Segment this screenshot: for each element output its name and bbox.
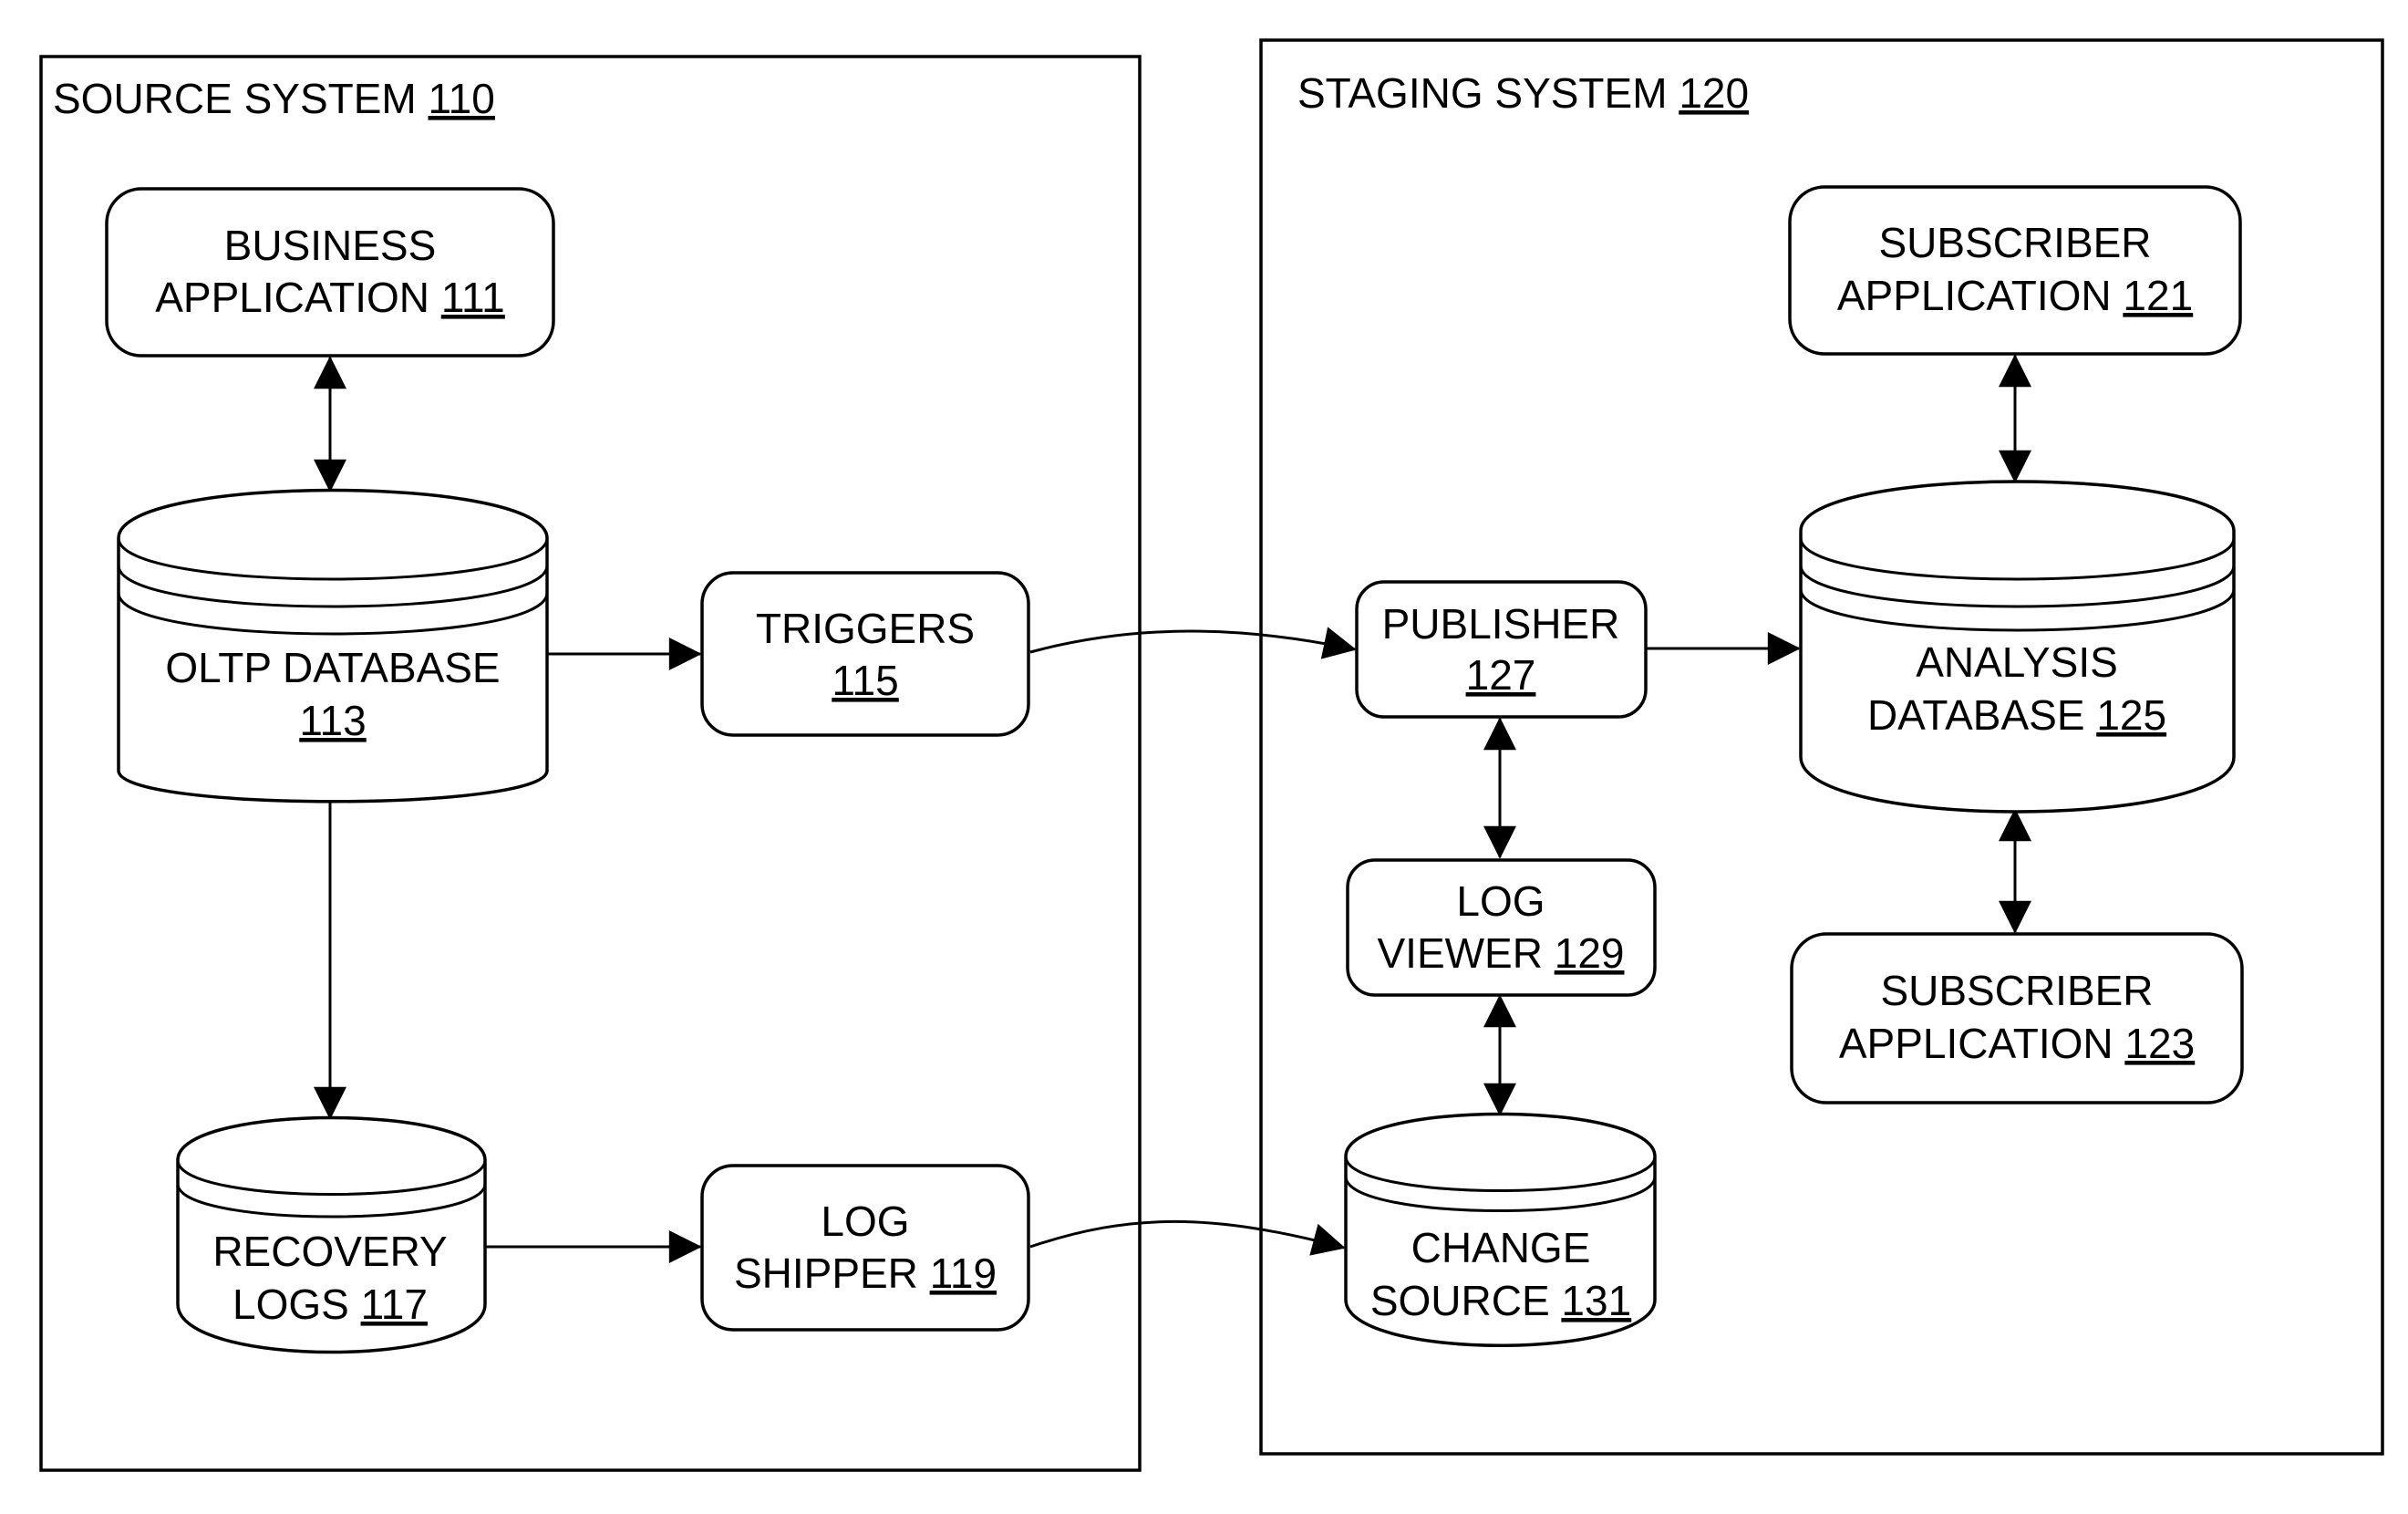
node-publisher[interactable]: PUBLISHER 127 (1355, 580, 1648, 719)
node-label: SUBSCRIBER (1878, 219, 2151, 266)
edge-log-shipper-change-source (1029, 1219, 1346, 1256)
node-subscriber-application-121[interactable]: SUBSCRIBER APPLICATION 121 (1788, 185, 2242, 356)
node-label: 127 (1466, 651, 1536, 699)
node-label: 115 (832, 657, 898, 704)
node-label: BUSINESS (224, 222, 437, 269)
node-label: ANALYSIS (1916, 638, 2118, 686)
node-label: TRIGGERS (756, 605, 975, 652)
node-business-application[interactable]: BUSINESS APPLICATION 111 (105, 187, 555, 358)
node-label: VIEWER 129 (1378, 929, 1625, 977)
node-log-viewer[interactable]: LOG VIEWER 129 (1346, 858, 1657, 997)
edge-triggers-publisher (1029, 627, 1357, 659)
node-label: 113 (299, 697, 366, 744)
node-label: LOGS 117 (233, 1281, 428, 1328)
source-system-title: SOURCE SYSTEM 110 (53, 75, 495, 122)
node-subscriber-application-123[interactable]: SUBSCRIBER APPLICATION 123 (1790, 932, 2244, 1104)
staging-system-title: STAGING SYSTEM 120 (1297, 69, 1749, 117)
node-label: APPLICATION 123 (1839, 1020, 2195, 1067)
node-label: PUBLISHER (1382, 600, 1620, 648)
node-analysis-database[interactable]: ANALYSIS DATABASE 125 (1799, 480, 2236, 814)
edges (314, 354, 2031, 1263)
node-oltp-database[interactable]: OLTP DATABASE 113 (117, 488, 549, 804)
node-triggers[interactable]: TRIGGERS 115 (700, 571, 1030, 737)
node-label: CHANGE (1411, 1224, 1591, 1271)
node-label: DATABASE 125 (1867, 691, 2166, 739)
node-change-source[interactable]: CHANGE SOURCE 131 (1344, 1112, 1657, 1347)
node-label: LOG (1456, 877, 1545, 925)
node-label: APPLICATION 121 (1837, 272, 2193, 319)
node-label: RECOVERY (212, 1228, 447, 1275)
node-label: OLTP DATABASE (165, 644, 500, 691)
node-label: SUBSCRIBER (1880, 967, 2153, 1014)
node-label: SOURCE 131 (1370, 1277, 1631, 1324)
node-label: LOG (821, 1198, 909, 1245)
node-log-shipper[interactable]: LOG SHIPPER 119 (700, 1164, 1030, 1332)
node-label: SHIPPER 119 (734, 1250, 997, 1297)
node-recovery-logs[interactable]: RECOVERY LOGS 117 (176, 1115, 487, 1354)
architecture-diagram: SOURCE SYSTEM 110 STAGING SYSTEM 120 BUS… (39, 38, 2384, 1472)
node-label: APPLICATION 111 (155, 274, 504, 321)
